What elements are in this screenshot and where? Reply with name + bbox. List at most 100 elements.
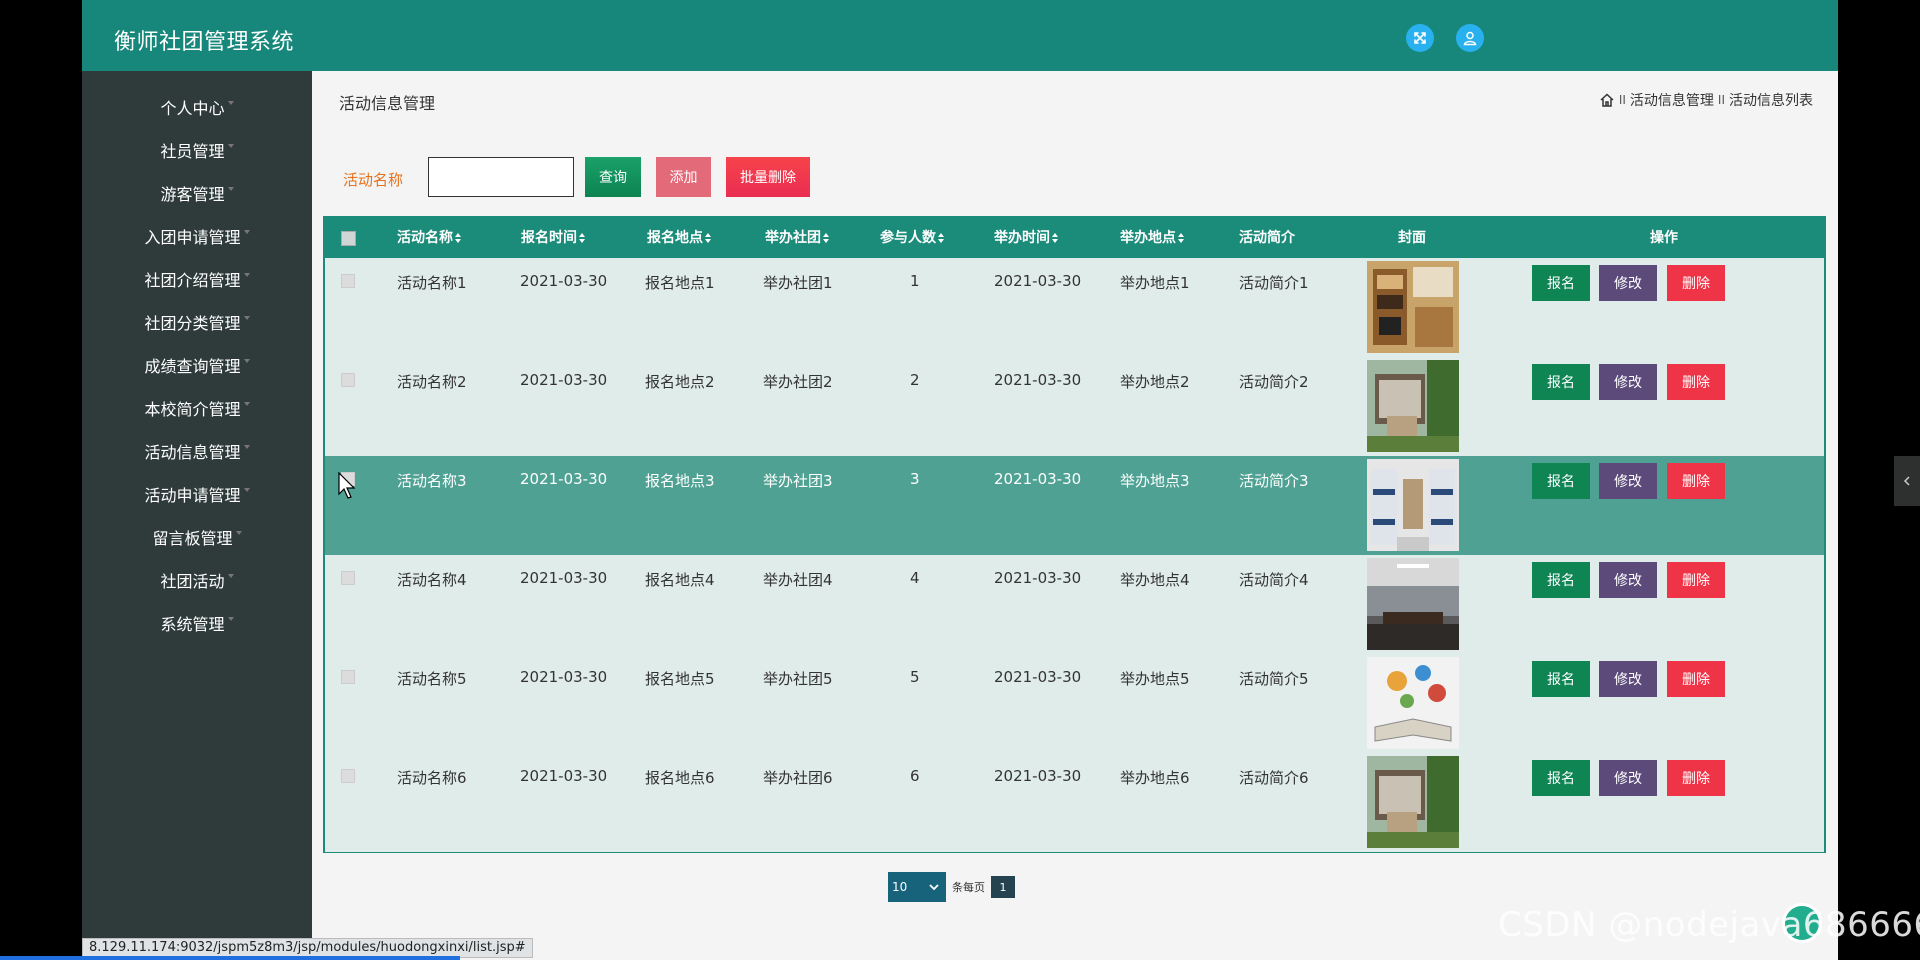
cell-name: 活动名称5 xyxy=(397,670,467,688)
caret-down-icon xyxy=(243,229,250,234)
edit-button[interactable]: 修改 xyxy=(1599,463,1657,499)
table-row[interactable]: 活动名称5 2021-03-30 报名地点5 举办社团5 5 2021-03-3… xyxy=(325,654,1824,753)
breadcrumb: II 活动信息管理 II 活动信息列表 xyxy=(1599,90,1813,110)
user-button[interactable] xyxy=(1456,24,1484,52)
column-header-club[interactable]: 举办社团 xyxy=(765,218,830,258)
activity-table: 活动名称 报名时间 报名地点 举办社团 参与人数 举办时间 举办地点 活动简介 … xyxy=(323,216,1826,853)
sidebar-item-system-management[interactable]: 系统管理 xyxy=(82,608,312,642)
sidebar-item-message-board[interactable]: 留言板管理 xyxy=(82,522,312,556)
table-row[interactable]: 活动名称4 2021-03-30 报名地点4 举办社团4 4 2021-03-3… xyxy=(325,555,1824,654)
edit-button[interactable]: 修改 xyxy=(1599,364,1657,400)
breadcrumb-item-activity-info[interactable]: 活动信息管理 xyxy=(1630,90,1714,110)
sort-icon xyxy=(1178,233,1185,243)
sort-icon xyxy=(579,233,586,243)
edit-button[interactable]: 修改 xyxy=(1599,661,1657,697)
column-header-signup-place[interactable]: 报名地点 xyxy=(647,218,712,258)
sidebar-item-activity-application[interactable]: 活动申请管理 xyxy=(82,479,312,513)
cell-hold-time: 2021-03-30 xyxy=(994,272,1082,290)
column-header-signup-time[interactable]: 报名时间 xyxy=(521,218,586,258)
table-row[interactable]: 活动名称1 2021-03-30 报名地点1 举办社团1 1 2021-03-3… xyxy=(325,258,1824,357)
delete-button[interactable]: 删除 xyxy=(1667,265,1725,301)
sidebar-item-activity-info[interactable]: 活动信息管理 xyxy=(82,436,312,470)
signup-button[interactable]: 报名 xyxy=(1532,661,1590,697)
delete-button[interactable]: 删除 xyxy=(1667,562,1725,598)
row-checkbox[interactable] xyxy=(341,571,355,585)
select-all-checkbox[interactable] xyxy=(341,231,356,246)
column-header-actions: 操作 xyxy=(1650,230,1678,246)
cell-signup-place: 报名地点6 xyxy=(645,769,715,787)
edit-button[interactable]: 修改 xyxy=(1599,760,1657,796)
sidebar-item-school-intro[interactable]: 本校简介管理 xyxy=(82,393,312,427)
cell-signup-place: 报名地点4 xyxy=(645,571,715,589)
edit-button[interactable]: 修改 xyxy=(1599,562,1657,598)
home-icon[interactable] xyxy=(1599,92,1615,108)
row-checkbox[interactable] xyxy=(341,670,355,684)
cover-image xyxy=(1367,360,1459,452)
cell-signup-place: 报名地点1 xyxy=(645,274,715,292)
signup-button[interactable]: 报名 xyxy=(1532,265,1590,301)
sidebar-item-visitor-management[interactable]: 游客管理 xyxy=(82,178,312,212)
cell-club: 举办社团3 xyxy=(763,472,833,490)
signup-button[interactable]: 报名 xyxy=(1532,760,1590,796)
edit-button[interactable]: 修改 xyxy=(1599,265,1657,301)
sidebar-item-personal-center[interactable]: 个人中心 xyxy=(82,92,312,126)
row-checkbox[interactable] xyxy=(341,769,355,783)
delete-button[interactable]: 删除 xyxy=(1667,463,1725,499)
page-number-button[interactable]: 1 xyxy=(991,876,1015,898)
signup-button[interactable]: 报名 xyxy=(1532,463,1590,499)
activity-name-input[interactable] xyxy=(428,157,574,197)
cell-hold-place: 举办地点4 xyxy=(1120,571,1190,589)
sort-icon xyxy=(1052,233,1059,243)
loading-bar xyxy=(0,956,460,960)
top-header: 衡师社团管理系统 xyxy=(82,0,1838,71)
cell-count: 2 xyxy=(910,371,920,389)
cell-hold-place: 举办地点5 xyxy=(1120,670,1190,688)
delete-button[interactable]: 删除 xyxy=(1667,661,1725,697)
caret-down-icon xyxy=(243,358,250,363)
table-row[interactable]: 活动名称6 2021-03-30 报名地点6 举办社团6 6 2021-03-3… xyxy=(325,753,1824,852)
cell-club: 举办社团4 xyxy=(763,571,833,589)
sidebar-item-club-intro[interactable]: 社团介绍管理 xyxy=(82,264,312,298)
column-header-hold-time[interactable]: 举办时间 xyxy=(994,218,1059,258)
table-row[interactable]: 活动名称3 2021-03-30 报名地点3 举办社团3 3 2021-03-3… xyxy=(325,456,1824,555)
table-header: 活动名称 报名时间 报名地点 举办社团 参与人数 举办时间 举办地点 活动简介 … xyxy=(325,218,1824,258)
sidebar: 个人中心 社员管理 游客管理 入团申请管理 社团介绍管理 社团分类管理 成绩查询… xyxy=(82,71,312,960)
cell-hold-place: 举办地点3 xyxy=(1120,472,1190,490)
sidebar-item-score-query[interactable]: 成绩查询管理 xyxy=(82,350,312,384)
cell-hold-time: 2021-03-30 xyxy=(994,569,1082,587)
row-checkbox[interactable] xyxy=(341,274,355,288)
column-header-hold-place[interactable]: 举办地点 xyxy=(1120,218,1185,258)
cell-count: 5 xyxy=(910,668,920,686)
column-header-name[interactable]: 活动名称 xyxy=(397,218,462,258)
cell-intro: 活动简介3 xyxy=(1239,472,1309,490)
query-button[interactable]: 查询 xyxy=(585,157,641,197)
caret-down-icon xyxy=(227,616,234,621)
collapse-side-tab[interactable] xyxy=(1894,456,1920,506)
search-label: 活动名称 xyxy=(343,171,404,189)
delete-button[interactable]: 删除 xyxy=(1667,364,1725,400)
add-button[interactable]: 添加 xyxy=(656,157,711,197)
delete-button[interactable]: 删除 xyxy=(1667,760,1725,796)
column-header-count[interactable]: 参与人数 xyxy=(880,218,945,258)
cover-image xyxy=(1367,459,1459,551)
caret-down-icon xyxy=(243,315,250,320)
row-checkbox[interactable] xyxy=(341,373,355,387)
breadcrumb-separator: II xyxy=(1618,93,1626,107)
sidebar-item-club-category[interactable]: 社团分类管理 xyxy=(82,307,312,341)
caret-down-icon xyxy=(243,487,250,492)
sidebar-item-member-management[interactable]: 社员管理 xyxy=(82,135,312,169)
sidebar-item-join-application[interactable]: 入团申请管理 xyxy=(82,221,312,255)
fullscreen-button[interactable] xyxy=(1406,24,1434,52)
cell-hold-time: 2021-03-30 xyxy=(994,470,1082,488)
sidebar-item-club-activity[interactable]: 社团活动 xyxy=(82,565,312,599)
batch-delete-button[interactable]: 批量删除 xyxy=(726,157,810,197)
page-size-select[interactable]: 10 xyxy=(888,872,946,902)
table-row[interactable]: 活动名称2 2021-03-30 报名地点2 举办社团2 2 2021-03-3… xyxy=(325,357,1824,456)
cell-name: 活动名称6 xyxy=(397,769,467,787)
signup-button[interactable]: 报名 xyxy=(1532,562,1590,598)
cell-signup-time: 2021-03-30 xyxy=(520,668,608,686)
cell-intro: 活动简介4 xyxy=(1239,571,1309,589)
cell-name: 活动名称4 xyxy=(397,571,467,589)
signup-button[interactable]: 报名 xyxy=(1532,364,1590,400)
pagination: 10 条每页 1 xyxy=(888,872,1015,902)
